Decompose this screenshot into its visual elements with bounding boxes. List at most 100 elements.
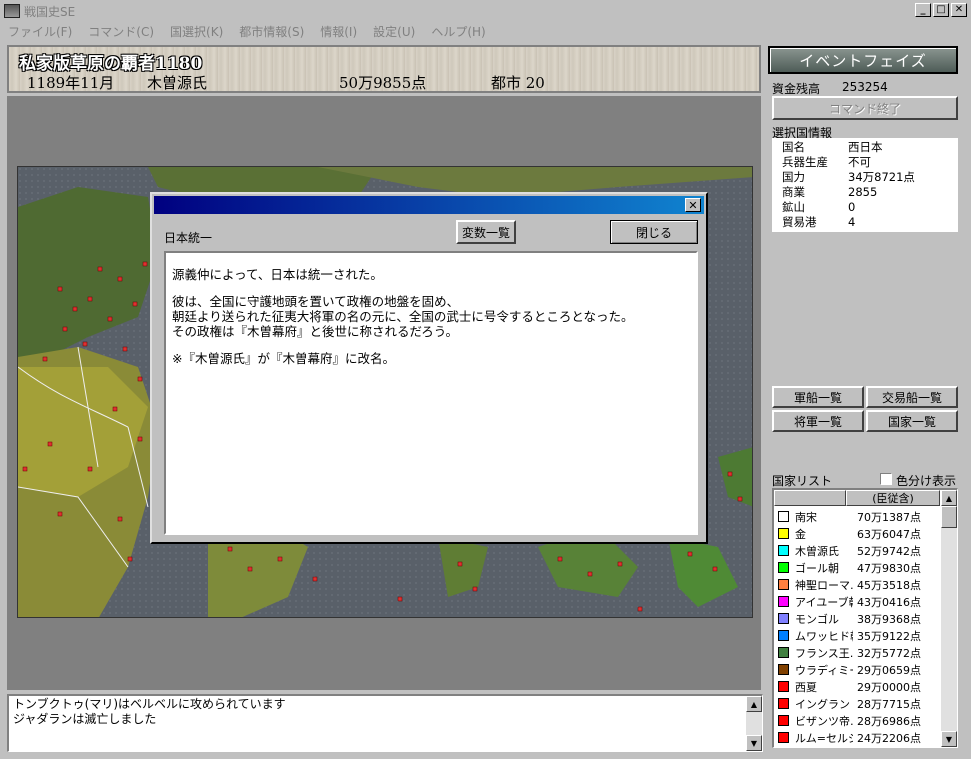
list-header-score[interactable]: (臣従含) (846, 490, 940, 506)
info-row: 鉱山 0 (782, 200, 958, 215)
tradeship-list-button[interactable]: 交易船一覧 (866, 386, 958, 408)
scroll-thumb[interactable] (941, 506, 957, 528)
country-list-row[interactable]: イングランド… 28万7715点 (774, 695, 940, 712)
country-list-row[interactable]: ウラディミー… 29万0659点 (774, 661, 940, 678)
close-icon[interactable]: ✕ (951, 3, 967, 17)
country-list-scrollbar[interactable]: ▲ ▼ (941, 490, 957, 747)
log-line: トンブクトゥ(マリ)はベルベルに攻められています (13, 697, 286, 711)
country-score: 32万5772点 (857, 646, 921, 660)
country-list-row[interactable]: ルム=セルジ… 24万2206点 (774, 729, 940, 746)
country-list-button[interactable]: 国家一覧 (866, 410, 958, 432)
log-line: ジャダランは滅亡しました (13, 712, 157, 726)
scroll-down-icon[interactable]: ▼ (941, 731, 957, 747)
country-list-row[interactable]: 神聖ローマ… 45万3518点 (774, 576, 940, 593)
country-list-row[interactable]: アイユーブ朝 43万0416点 (774, 593, 940, 610)
menu-info[interactable]: 情報(I) (320, 23, 357, 40)
menu-command[interactable]: コマンド(C) (88, 23, 154, 40)
info-value: 2855 (848, 185, 878, 199)
country-name: ゴール朝 (795, 561, 839, 575)
country-list-row[interactable]: 南宋 70万1387点 (774, 508, 940, 525)
country-list-label: 国家リスト (772, 474, 833, 488)
country-list-row[interactable]: ゴール朝 47万9830点 (774, 559, 940, 576)
country-score: 24万2206点 (857, 731, 921, 745)
close-button[interactable]: 閉じる (610, 220, 698, 244)
country-color-swatch (778, 698, 789, 709)
menu-bar: ファイル(F) コマンド(C) 国選択(K) 都市情報(S) 情報(I) 設定(… (0, 22, 971, 41)
message-log[interactable]: トンブクトゥ(マリ)はベルベルに攻められています ジャダランは滅亡しました ▲ … (7, 694, 763, 752)
info-row: 国力 34万8721点 (782, 170, 958, 185)
country-color-swatch (778, 579, 789, 590)
country-name: 西夏 (795, 680, 817, 694)
info-row: 国名 西日本 (782, 140, 958, 155)
country-name: ウラディミー… (795, 663, 853, 677)
variable-list-button[interactable]: 変数一覧 (456, 220, 516, 244)
general-list-button[interactable]: 将軍一覧 (772, 410, 864, 432)
info-key: 国名 (782, 140, 805, 154)
window-titlebar: 戦国史SE _ □ ✕ (0, 0, 971, 22)
country-name: ビザンツ帝… (795, 714, 853, 728)
color-display-label: 色分け表示 (896, 474, 957, 488)
color-display-checkbox[interactable] (880, 473, 892, 485)
country-score: 28万7715点 (857, 697, 921, 711)
country-list-row[interactable]: 金 63万6047点 (774, 525, 940, 542)
country-list-row[interactable]: ビザンツ帝… 28万6986点 (774, 712, 940, 729)
message-paragraph: 彼は、全国に守護地頭を置いて政権の地盤を固め、 朝廷より送られた征夷大将軍の名の… (172, 294, 634, 339)
country-list-row[interactable]: モンゴル 38万9368点 (774, 610, 940, 627)
info-key: 兵器生産 (782, 155, 828, 169)
country-list-row[interactable]: 西夏 29万0000点 (774, 678, 940, 695)
country-color-swatch (778, 630, 789, 641)
country-score: 47万9830点 (857, 561, 921, 575)
country-list-row[interactable]: ムワッヒド朝 35万9122点 (774, 627, 940, 644)
menu-file[interactable]: ファイル(F) (8, 23, 72, 40)
country-name: アイユーブ朝 (795, 595, 853, 609)
log-scrollbar[interactable]: ▲ ▼ (746, 696, 762, 751)
country-color-swatch (778, 596, 789, 607)
country-color-swatch (778, 562, 789, 573)
info-row: 兵器生産 不可 (782, 155, 958, 170)
country-color-swatch (778, 647, 789, 658)
country-score: 70万1387点 (857, 510, 921, 524)
country-color-swatch (778, 664, 789, 675)
scenario-title: 私家版草原の覇者1180 (19, 54, 203, 74)
player-score: 50万9855点 (339, 74, 427, 92)
phase-banner: イベントフェイズ (768, 46, 958, 74)
country-score: 35万9122点 (857, 629, 921, 643)
maximize-icon[interactable]: □ (933, 3, 949, 17)
country-list-row[interactable]: フランス王… 32万5772点 (774, 644, 940, 661)
scroll-up-icon[interactable]: ▲ (941, 490, 957, 506)
menu-help[interactable]: ヘルプ(H) (431, 23, 485, 40)
message-paragraph: 源義仲によって、日本は統一された。 (172, 267, 383, 282)
menu-settings[interactable]: 設定(U) (373, 23, 415, 40)
warship-list-button[interactable]: 軍船一覧 (772, 386, 864, 408)
country-name: ルム=セルジ… (795, 731, 853, 745)
country-color-swatch (778, 528, 789, 539)
window-controls: _ □ ✕ (915, 3, 967, 17)
info-value: 西日本 (848, 140, 883, 154)
end-command-button[interactable]: コマンド終了 (772, 96, 958, 120)
country-name: フランス王… (795, 646, 853, 660)
info-value: 不可 (848, 155, 871, 169)
country-color-swatch (778, 545, 789, 556)
country-list-row[interactable]: 木曽源氏 52万9742点 (774, 542, 940, 559)
current-date: 1189年11月 (27, 74, 115, 92)
dialog-close-icon[interactable]: ✕ (685, 198, 701, 212)
info-key: 貿易港 (782, 215, 817, 229)
country-list[interactable]: (臣従含) 南宋 70万1387点金 63万6047点 木曽源氏 52万9742点 ゴール… (772, 488, 958, 748)
country-name: モンゴル (795, 612, 839, 626)
menu-city-info[interactable]: 都市情報(S) (239, 23, 304, 40)
minimize-icon[interactable]: _ (915, 3, 931, 17)
scroll-down-icon[interactable]: ▼ (746, 735, 762, 751)
country-name: 木曽源氏 (795, 544, 839, 558)
country-list-header: (臣従含) (774, 490, 940, 506)
app-icon (4, 4, 20, 18)
country-color-swatch (778, 715, 789, 726)
list-header-blank[interactable] (774, 490, 846, 506)
dialog-titlebar: ✕ (154, 196, 704, 214)
dialog-heading: 日本統一 (164, 231, 213, 245)
scroll-up-icon[interactable]: ▲ (746, 696, 762, 712)
country-score: 29万0659点 (857, 663, 921, 677)
menu-country-select[interactable]: 国選択(K) (170, 23, 223, 40)
country-info-panel: 国名 西日本 兵器生産 不可 国力 34万8721点 商業 2855 鉱山 0 貿易港 4 (772, 138, 958, 232)
info-value: 4 (848, 215, 856, 229)
info-key: 商業 (782, 185, 805, 199)
